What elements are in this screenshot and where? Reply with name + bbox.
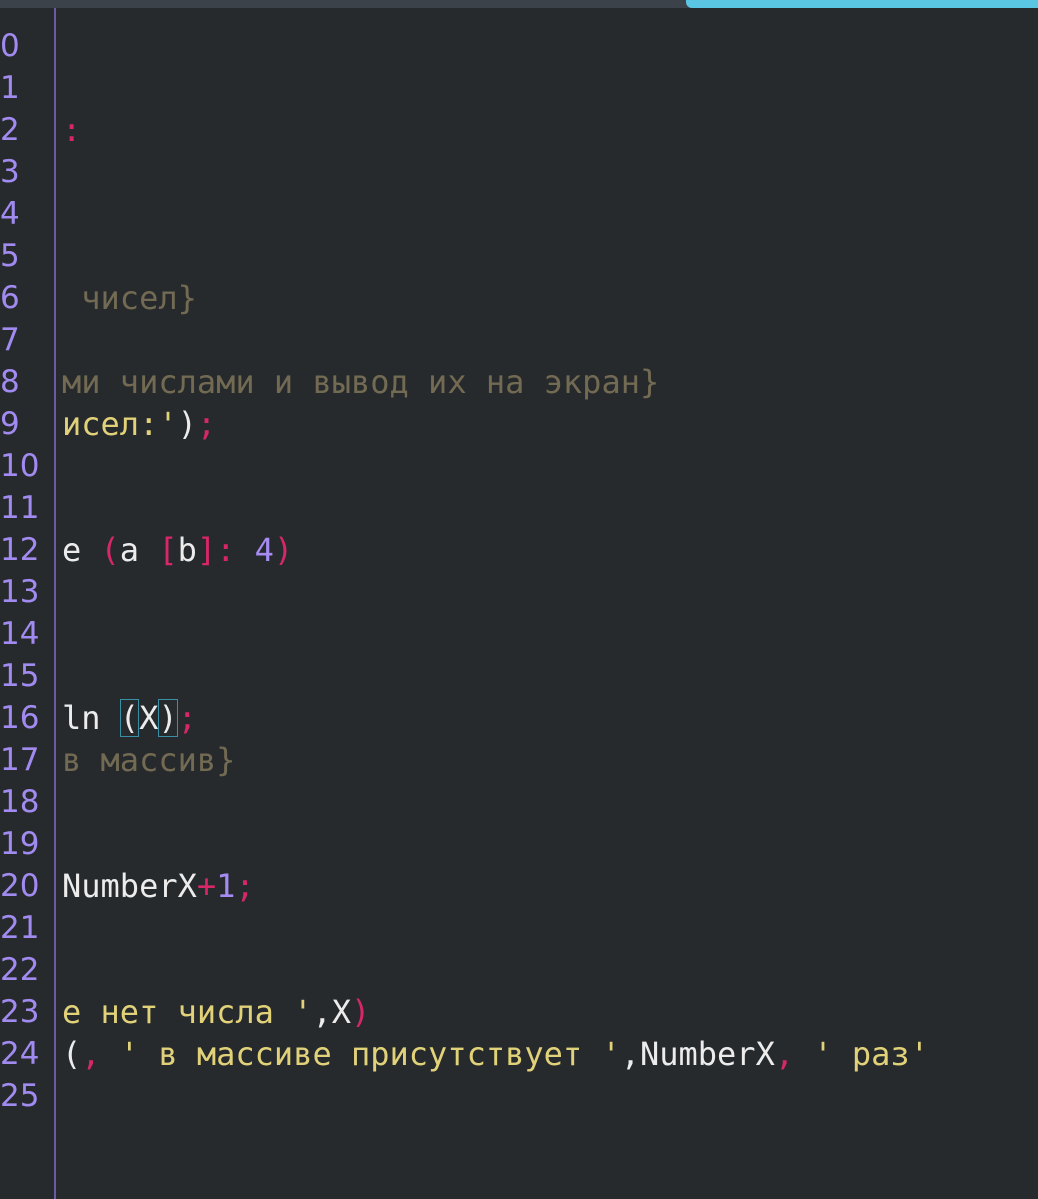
code-line[interactable]: 2: [0,109,1038,151]
line-number: 9 [0,406,20,442]
matched-bracket: ) [158,699,178,737]
line-number: 23 [0,994,40,1030]
code-token: ,NumberX [620,1035,775,1073]
line-number: 13 [0,574,40,610]
code-token: ) [273,531,294,569]
code-line[interactable]: 18 [0,781,1038,823]
code-token: ; [196,405,217,443]
line-number: 0 [0,28,20,64]
code-token: е нет числа ' [62,993,313,1031]
code-token: : [62,111,82,149]
code-token: ' в массиве присутствует ' [119,1035,621,1073]
code-token: ( [62,1035,82,1073]
code-line[interactable]: 17 в массив} [0,739,1038,781]
code-token: , [81,1035,120,1073]
line-number: 8 [0,364,20,400]
line-number: 25 [0,1078,40,1114]
code-token: ]: [196,531,255,569]
code-token: ; [177,699,197,737]
line-code[interactable]: ln (X); [62,697,197,739]
line-number: 7 [0,322,20,358]
code-line[interactable]: 15 [0,655,1038,697]
line-number: 11 [0,490,40,526]
line-number: 10 [0,448,40,484]
code-line[interactable]: 7 [0,319,1038,361]
code-line[interactable]: 25 [0,1075,1038,1117]
code-line[interactable]: 12 е (a [b]: 4) [0,529,1038,571]
line-number: 18 [0,784,40,820]
code-token: ) [177,405,197,443]
code-line[interactable]: 20 NumberX+1; [0,865,1038,907]
code-token: ,X [312,993,351,1031]
code-line[interactable]: 9 исел:'); [0,403,1038,445]
matched-bracket: ( [119,699,140,737]
line-code[interactable]: чисел} [62,277,197,319]
code-token: 1 [216,867,236,905]
code-line[interactable]: 21 [0,907,1038,949]
code-token: ) [350,993,371,1031]
code-token: , [774,1035,814,1073]
line-number: 3 [0,154,20,190]
line-number: 21 [0,910,40,946]
line-number: 1 [0,70,20,106]
code-editor-lines[interactable]: 012:3456 чисел} 7 8 ми числами и вывод их н… [0,25,1038,1117]
code-line[interactable]: 19 [0,823,1038,865]
code-token: 4 [254,531,274,569]
line-code[interactable]: е (a [b]: 4) [62,529,293,571]
code-line[interactable]: 24 (, ' в массиве присутствует ',NumberX,… [0,1033,1038,1075]
line-number: 5 [0,238,20,274]
code-token: чисел} [62,279,197,317]
line-number: 14 [0,616,40,652]
code-token: NumberX [62,867,197,905]
code-line[interactable]: 1 [0,67,1038,109]
code-line[interactable]: 0 [0,25,1038,67]
code-token: ми числами и вывод их на экран} [62,363,660,401]
code-token: е [62,531,101,569]
line-code[interactable]: (, ' в массиве присутствует ',NumberX, '… [62,1033,929,1075]
code-token: ( [100,531,120,569]
code-token: ln [62,699,120,737]
code-token: b [177,531,197,569]
code-line[interactable]: 5 [0,235,1038,277]
code-token: исел:' [62,405,178,443]
line-code[interactable]: в массив} [62,739,235,781]
code-line[interactable]: 23 е нет числа ',X) [0,991,1038,1033]
code-token: + [196,867,217,905]
line-number: 16 [0,700,40,736]
line-number: 22 [0,952,40,988]
code-token: в массив} [62,741,236,779]
line-number: 6 [0,280,20,316]
line-number: 24 [0,1036,40,1072]
line-number: 2 [0,112,20,148]
code-line[interactable]: 4 [0,193,1038,235]
line-code[interactable]: исел:'); [62,403,216,445]
code-token: X [139,699,159,737]
code-token: [ [158,531,178,569]
line-number: 19 [0,826,40,862]
line-number: 20 [0,868,40,904]
line-code[interactable]: е нет числа ',X) [62,991,370,1033]
line-number: 4 [0,196,20,232]
line-code[interactable]: ми числами и вывод их на экран} [62,361,659,403]
horizontal-scrollbar-thumb[interactable] [686,0,1038,8]
code-line[interactable]: 10 [0,445,1038,487]
line-number: 12 [0,532,40,568]
code-line[interactable]: 6 чисел} [0,277,1038,319]
code-token: a [119,531,159,569]
code-line[interactable]: 13 [0,571,1038,613]
line-number: 15 [0,658,40,694]
code-line[interactable]: 11 [0,487,1038,529]
line-code[interactable]: NumberX+1; [62,865,255,907]
code-line[interactable]: 16 ln (X); [0,697,1038,739]
line-number: 17 [0,742,40,778]
code-token: ; [235,867,255,905]
line-code[interactable]: : [62,109,81,151]
code-line[interactable]: 8 ми числами и вывод их на экран} [0,361,1038,403]
code-line[interactable]: 22 [0,949,1038,991]
code-token: ' раз' [813,1035,929,1073]
code-line[interactable]: 14 [0,613,1038,655]
code-line[interactable]: 3 [0,151,1038,193]
